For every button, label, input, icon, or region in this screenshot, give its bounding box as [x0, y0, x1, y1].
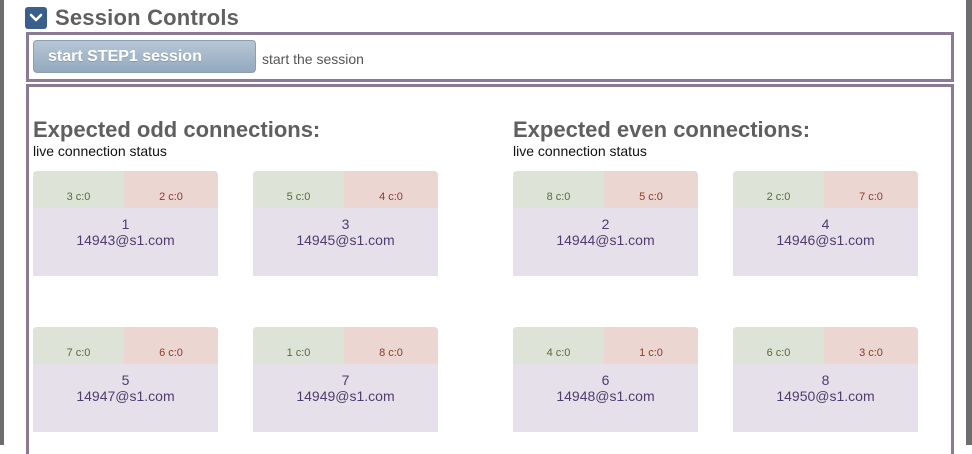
connection-card: 6 c:0 3 c:0 8 14950@s1.com — [733, 327, 918, 432]
even-connections-title: Expected even connections: — [513, 117, 811, 142]
connection-address: 14946@s1.com — [776, 232, 875, 248]
connection-id: 3 — [341, 216, 350, 232]
connection-address: 14943@s1.com — [76, 232, 175, 248]
connection-cell-left: 2 c:0 — [733, 171, 824, 208]
connection-id: 1 — [121, 216, 130, 232]
connection-card: 4 c:0 1 c:0 6 14948@s1.com — [513, 327, 698, 432]
odd-connections-subtitle: live connection status — [33, 143, 167, 159]
connection-card: 7 c:0 6 c:0 5 14947@s1.com — [33, 327, 218, 432]
connection-cell-left: 4 c:0 — [513, 327, 604, 364]
connection-cell-right: 6 c:0 — [124, 327, 218, 364]
connection-address: 14948@s1.com — [556, 388, 655, 404]
window-frame-right — [966, 0, 972, 445]
connection-card: 1 c:0 8 c:0 7 14949@s1.com — [253, 327, 438, 432]
connection-cell-left: 3 c:0 — [33, 171, 124, 208]
connection-id: 6 — [601, 372, 610, 388]
connection-cell-left: 7 c:0 — [33, 327, 124, 364]
connection-id: 5 — [121, 372, 130, 388]
connection-id: 7 — [341, 372, 350, 388]
connection-cell-right: 2 c:0 — [124, 171, 218, 208]
even-connections-subtitle: live connection status — [513, 143, 647, 159]
section-header: Session Controls — [25, 5, 240, 30]
window-frame-left — [0, 0, 4, 445]
chevron-down-icon[interactable] — [25, 7, 47, 29]
connection-cell-right: 7 c:0 — [824, 171, 918, 208]
connection-id: 4 — [821, 216, 830, 232]
connection-address: 14949@s1.com — [296, 388, 395, 404]
connection-cell-left: 6 c:0 — [733, 327, 824, 364]
connection-cell-right: 1 c:0 — [604, 327, 698, 364]
connection-cell-right: 4 c:0 — [344, 171, 438, 208]
connection-cell-left: 1 c:0 — [253, 327, 344, 364]
connection-address: 14945@s1.com — [296, 232, 395, 248]
section-title: Session Controls — [55, 5, 240, 30]
connection-card: 2 c:0 7 c:0 4 14946@s1.com — [733, 171, 918, 276]
connection-cell-right: 3 c:0 — [824, 327, 918, 364]
connection-card: 5 c:0 4 c:0 3 14945@s1.com — [253, 171, 438, 276]
connection-cell-left: 5 c:0 — [253, 171, 344, 208]
connection-cell-right: 5 c:0 — [604, 171, 698, 208]
connection-card: 8 c:0 5 c:0 2 14944@s1.com — [513, 171, 698, 276]
connection-card: 3 c:0 2 c:0 1 14943@s1.com — [33, 171, 218, 276]
connection-id: 8 — [821, 372, 830, 388]
start-session-description: start the session — [262, 51, 364, 67]
start-session-button[interactable]: start STEP1 session — [33, 40, 256, 73]
connection-address: 14950@s1.com — [776, 388, 875, 404]
connection-address: 14944@s1.com — [556, 232, 655, 248]
connection-id: 2 — [601, 216, 610, 232]
session-controls-panel: start STEP1 session start the session — [26, 32, 954, 82]
connection-cell-right: 8 c:0 — [344, 327, 438, 364]
connection-status-panel: Expected odd connections: live connectio… — [26, 84, 954, 454]
connection-address: 14947@s1.com — [76, 388, 175, 404]
connection-cell-left: 8 c:0 — [513, 171, 604, 208]
odd-connections-title: Expected odd connections: — [33, 117, 321, 142]
